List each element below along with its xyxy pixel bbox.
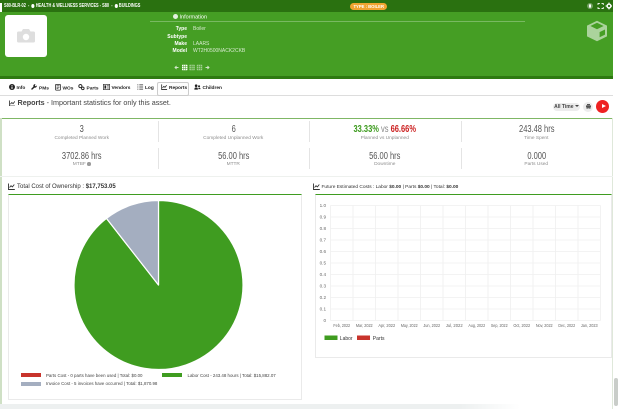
svg-text:Jan, 2023: Jan, 2023 bbox=[580, 323, 597, 328]
svg-text:0: 0 bbox=[323, 318, 326, 323]
svg-text:Labor: Labor bbox=[339, 335, 352, 341]
svg-text:0.3: 0.3 bbox=[319, 283, 326, 288]
svg-text:Jun, 2022: Jun, 2022 bbox=[423, 323, 440, 328]
svg-text:Aug, 2022: Aug, 2022 bbox=[468, 323, 485, 328]
svg-text:Mar, 2022: Mar, 2022 bbox=[355, 323, 372, 328]
svg-text:Nov, 2022: Nov, 2022 bbox=[535, 323, 552, 328]
svg-text:0.5: 0.5 bbox=[319, 260, 326, 265]
svg-text:Apr, 2022: Apr, 2022 bbox=[378, 323, 395, 328]
svg-text:Sep, 2022: Sep, 2022 bbox=[490, 323, 507, 328]
svg-text:Jul, 2022: Jul, 2022 bbox=[445, 323, 462, 328]
svg-text:Parts: Parts bbox=[372, 335, 384, 341]
svg-text:0.2: 0.2 bbox=[319, 295, 326, 300]
svg-text:1.0: 1.0 bbox=[319, 203, 326, 208]
svg-text:0.7: 0.7 bbox=[319, 237, 326, 242]
svg-text:0.1: 0.1 bbox=[319, 306, 326, 311]
svg-text:May, 2022: May, 2022 bbox=[400, 323, 417, 328]
svg-text:0.6: 0.6 bbox=[319, 249, 326, 254]
svg-text:0.4: 0.4 bbox=[319, 272, 326, 277]
svg-text:Feb, 2022: Feb, 2022 bbox=[333, 323, 350, 328]
svg-text:0.9: 0.9 bbox=[319, 214, 326, 219]
svg-text:0.8: 0.8 bbox=[319, 226, 326, 231]
svg-text:Dec, 2022: Dec, 2022 bbox=[558, 323, 575, 328]
svg-text:Oct, 2022: Oct, 2022 bbox=[513, 323, 530, 328]
